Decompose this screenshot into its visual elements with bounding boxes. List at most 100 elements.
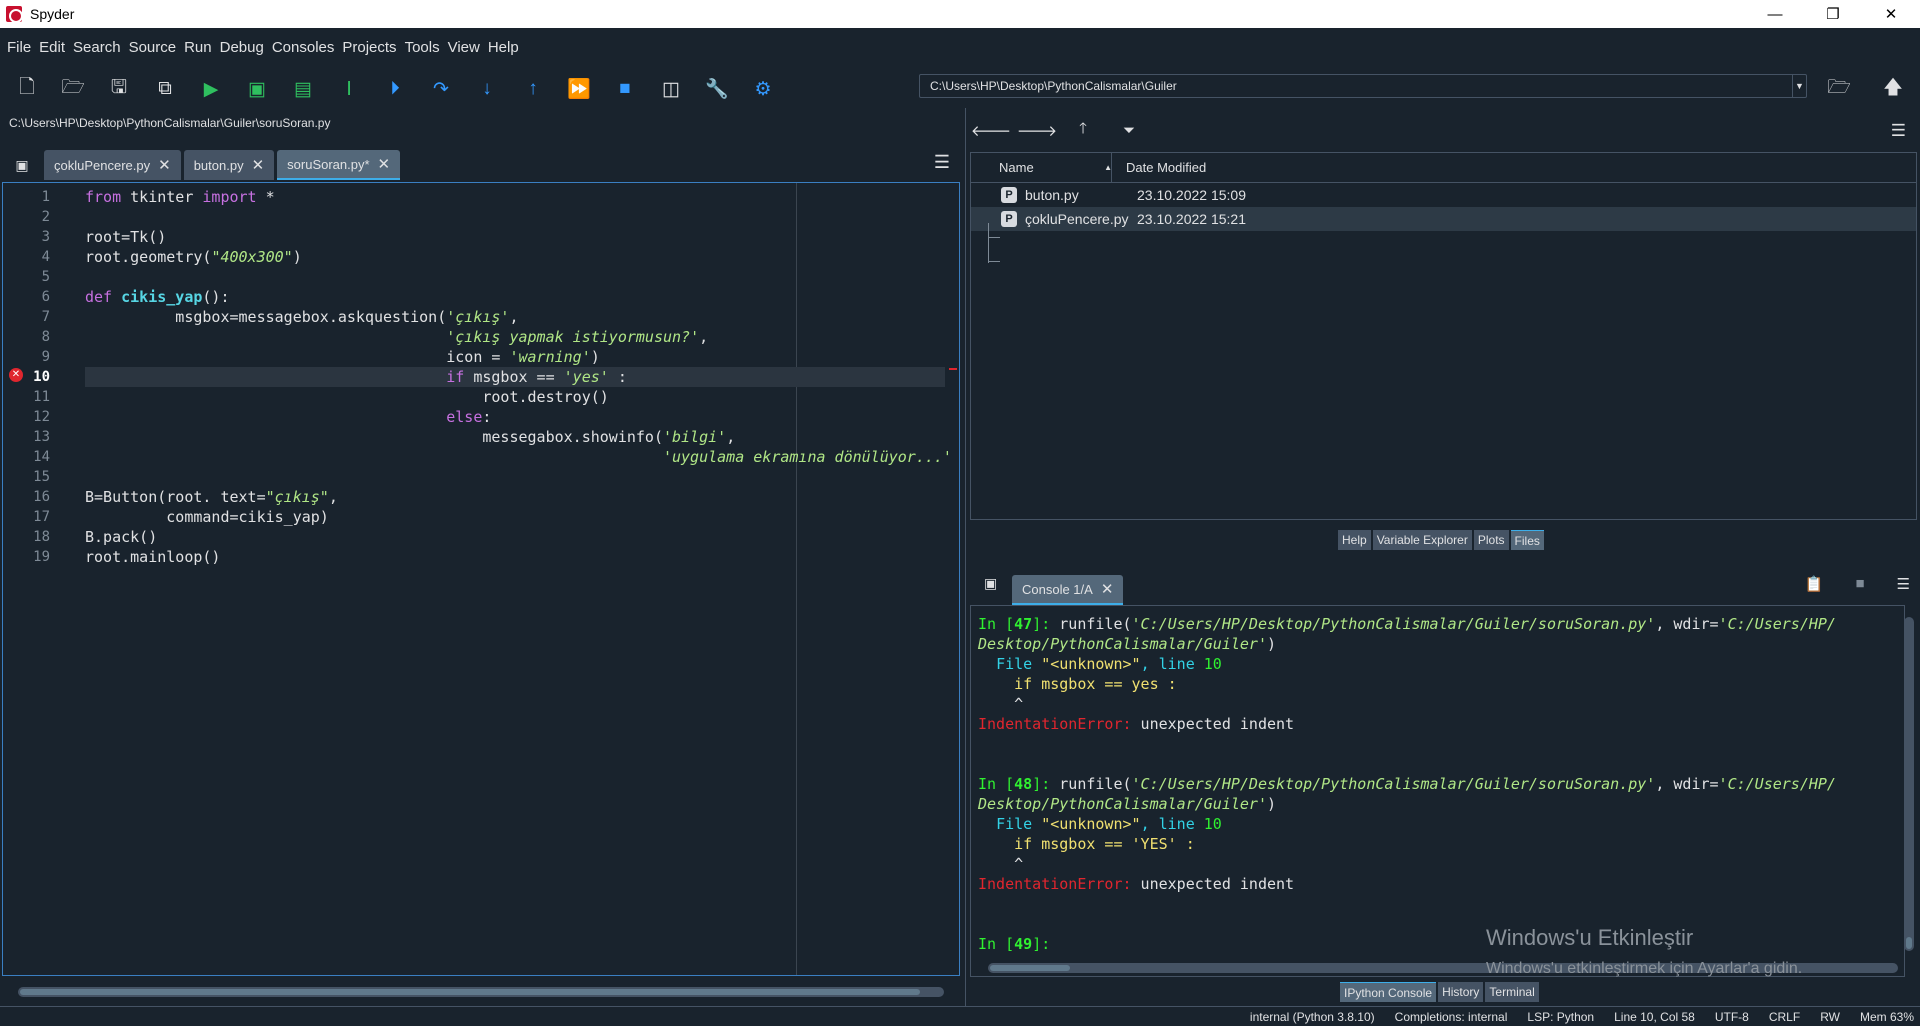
up-arrow-icon[interactable]: 🡑	[1060, 118, 1106, 143]
run-selection-icon[interactable]: Ⅰ	[326, 69, 372, 109]
hamburger-menu-icon[interactable]: ☰	[934, 152, 950, 173]
clipboard-icon[interactable]: 📋	[1805, 575, 1824, 593]
filter-icon[interactable]: ⏷	[1106, 122, 1152, 139]
tab-console-1a[interactable]: Console 1/A ✕	[1012, 575, 1124, 605]
preferences-wrench-icon[interactable]: 🔧	[694, 69, 740, 109]
console-vertical-scrollbar[interactable]	[1904, 617, 1914, 951]
name-column-header[interactable]: Name	[971, 160, 1112, 175]
run-cell-advance-icon[interactable]: ▤	[280, 69, 326, 109]
pane-divider[interactable]	[965, 108, 966, 1010]
wdir-path: 'C:/Users/HP/	[1718, 615, 1836, 633]
file-row-selected[interactable]: P çokluPencere.py 23.10.2022 15:21	[971, 207, 1916, 231]
stop-debug-icon[interactable]: ■	[602, 69, 648, 109]
maximize-pane-icon[interactable]: ◫	[648, 69, 694, 109]
python-path-icon[interactable]: ⚙	[740, 69, 786, 109]
save-icon[interactable]: 🖫	[96, 69, 142, 109]
hamburger-menu-icon[interactable]: ☰	[1891, 121, 1906, 141]
menu-source[interactable]: Source	[129, 39, 177, 56]
step-into-icon[interactable]: ↓	[464, 69, 510, 109]
editor-tabs: ▣ çokluPencere.py ✕ buton.py ✕ soruSoran.p…	[0, 140, 962, 180]
editor-horizontal-scrollbar[interactable]	[18, 987, 944, 997]
code-line: B.pack()	[85, 528, 158, 546]
parent-directory-icon[interactable]: 🡅	[1870, 69, 1916, 109]
error-name: IndentationError:	[978, 715, 1132, 733]
step-return-icon[interactable]: ↑	[510, 69, 556, 109]
minimize-button[interactable]: —	[1746, 0, 1804, 28]
back-arrow-icon[interactable]: 🡐	[968, 121, 1014, 140]
restore-button[interactable]: ❐	[1804, 0, 1862, 28]
python-file-icon: P	[1001, 211, 1017, 227]
menu-view[interactable]: View	[448, 39, 480, 56]
line-number: 19	[33, 549, 50, 565]
run-icon[interactable]: ▶	[188, 69, 234, 109]
hamburger-menu-icon[interactable]: ☰	[1897, 575, 1910, 593]
file-row[interactable]: P buton.py 23.10.2022 15:09	[971, 183, 1916, 207]
tab-coklupencere[interactable]: çokluPencere.py ✕	[44, 150, 181, 180]
scrollbar-thumb[interactable]	[1906, 937, 1912, 949]
browse-folder-icon[interactable]: 🗁	[1816, 69, 1862, 109]
tab-buton[interactable]: buton.py ✕	[183, 150, 275, 180]
runfile-path: 'C:/Users/HP/Desktop/PythonCalismalar/Gu…	[1131, 775, 1656, 793]
menu-help[interactable]: Help	[488, 39, 519, 56]
menu-search[interactable]: Search	[73, 39, 121, 56]
line-number: 2	[41, 209, 50, 225]
working-directory-input[interactable]: C:\Users\HP\Desktop\PythonCalismalar\Gui…	[919, 74, 1807, 98]
code-line: messegabox.showinfo('bilgi',	[85, 428, 736, 446]
close-button[interactable]: ✕	[1862, 0, 1920, 28]
activation-watermark-text: Windows'u etkinleştirmek için Ayarlar'a …	[1486, 960, 1803, 977]
stop-icon[interactable]: ■	[1855, 575, 1864, 593]
menu-run[interactable]: Run	[184, 39, 212, 56]
console-output[interactable]: In [47]: runfile('C:/Users/HP/Desktop/Py…	[970, 605, 1905, 977]
open-file-icon[interactable]: 🗁	[50, 69, 96, 109]
menu-debug[interactable]: Debug	[220, 39, 264, 56]
menu-file[interactable]: File	[7, 39, 31, 56]
code-line: from tkinter import *	[85, 188, 275, 206]
close-icon[interactable]: ✕	[378, 155, 391, 173]
source-code[interactable]: from tkinter import * root=Tk() root.geo…	[85, 187, 952, 567]
status-lsp[interactable]: LSP: Python	[1527, 1010, 1594, 1024]
tab-plots[interactable]: Plots	[1473, 530, 1509, 550]
menu-edit[interactable]: Edit	[39, 39, 65, 56]
tab-variable-explorer[interactable]: Variable Explorer	[1372, 530, 1472, 550]
tab-label: buton.py	[193, 157, 244, 173]
spyder-logo-icon	[6, 6, 23, 23]
line-number: 17	[33, 509, 50, 525]
close-icon[interactable]: ✕	[158, 156, 171, 174]
tab-history[interactable]: History	[1438, 982, 1484, 1002]
debug-icon[interactable]: ⏵	[372, 69, 418, 109]
scrollbar-thumb[interactable]	[990, 965, 1070, 971]
menu-tools[interactable]: Tools	[405, 39, 440, 56]
step-over-icon[interactable]: ↷	[418, 69, 464, 109]
error-name: IndentationError:	[978, 875, 1132, 893]
browse-tabs-icon[interactable]: ▣	[0, 150, 44, 180]
tab-ipython-console[interactable]: IPython Console	[1340, 982, 1437, 1002]
chevron-down-icon[interactable]: ▼	[1792, 75, 1806, 97]
pane-tabs-top: Help Variable Explorer Plots Files	[1338, 530, 1544, 550]
menu-projects[interactable]: Projects	[342, 39, 396, 56]
close-icon[interactable]: ✕	[1101, 581, 1114, 598]
forward-arrow-icon[interactable]: 🡒	[1014, 121, 1060, 140]
tree-line	[988, 261, 1000, 262]
continue-icon[interactable]: ⏩	[556, 69, 602, 109]
tab-files[interactable]: Files	[1510, 530, 1544, 550]
error-file: "<unknown>"	[1041, 655, 1141, 673]
browse-tabs-icon[interactable]: ▣	[984, 575, 997, 592]
status-interpreter[interactable]: internal (Python 3.8.10)	[1250, 1010, 1375, 1024]
code-line: command=cikis_yap)	[85, 508, 329, 526]
tab-sorusoran[interactable]: soruSoran.py* ✕	[277, 150, 401, 180]
run-cell-icon[interactable]: ▣	[234, 69, 280, 109]
code-editor[interactable]: 1 2 3 4 5 6 7 8 9 10 11 12 13 14 15 16 1…	[2, 182, 960, 976]
files-toolbar: 🡐 🡒 🡑 ⏷ ☰	[968, 112, 1920, 148]
new-file-icon[interactable]: 🗋	[4, 69, 50, 109]
file-list[interactable]: Name Date Modified P buton.py 23.10.2022…	[970, 152, 1917, 520]
status-completions[interactable]: Completions: internal	[1395, 1010, 1508, 1024]
error-marker-icon[interactable]: ✕	[9, 368, 23, 382]
date-column-header[interactable]: Date Modified	[1111, 152, 1206, 183]
tab-terminal[interactable]: Terminal	[1485, 982, 1539, 1002]
scrollbar-thumb[interactable]	[20, 989, 920, 995]
tab-help[interactable]: Help	[1338, 530, 1371, 550]
close-icon[interactable]: ✕	[252, 156, 265, 174]
menu-consoles[interactable]: Consoles	[272, 39, 335, 56]
save-all-icon[interactable]: ⧉	[142, 69, 188, 109]
line-number: 6	[41, 289, 50, 305]
